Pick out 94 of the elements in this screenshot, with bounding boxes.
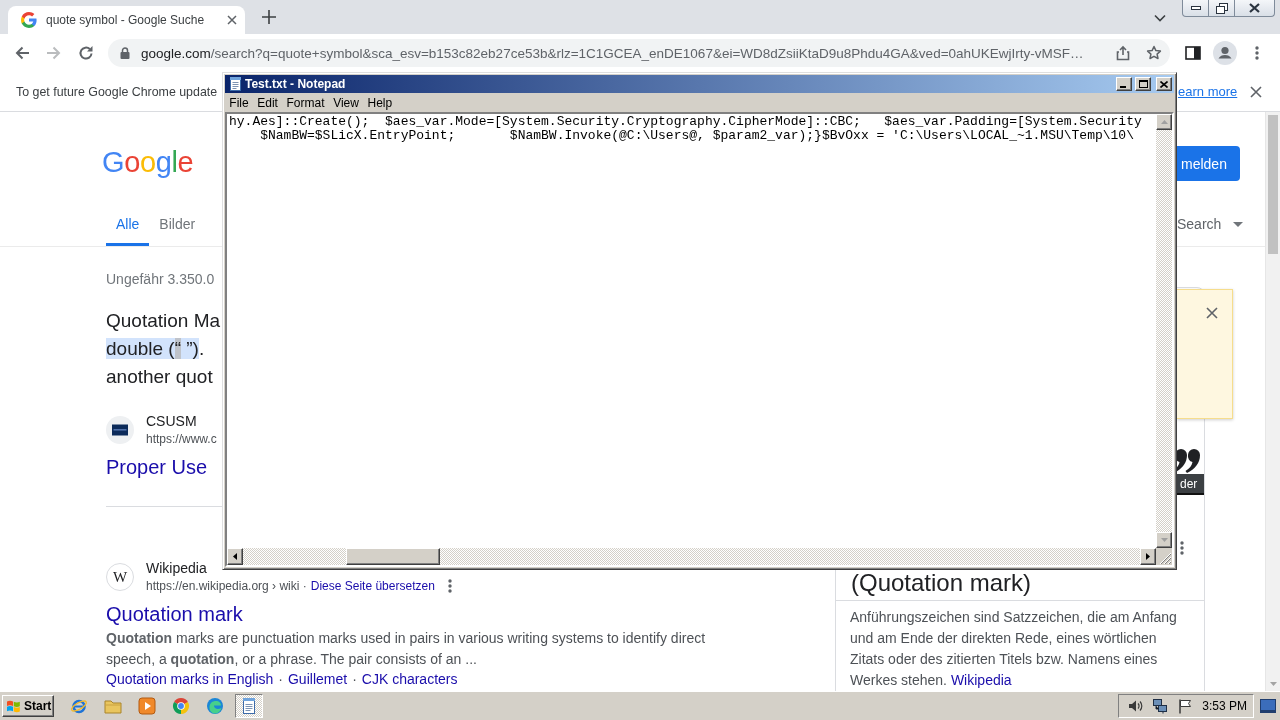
arrow-left-icon xyxy=(233,553,237,560)
window-title: Test.txt - Notepad xyxy=(245,77,347,91)
menu-item[interactable]: Help xyxy=(363,95,397,110)
windows-flag-icon xyxy=(6,699,21,713)
vertical-scrollbar[interactable] xyxy=(1156,114,1172,548)
chevron-down-icon[interactable] xyxy=(1154,14,1166,22)
plus-icon[interactable] xyxy=(262,10,276,24)
close-icon xyxy=(1160,80,1168,88)
e-globe-icon xyxy=(70,697,88,715)
scroll-down-button[interactable] xyxy=(1156,532,1172,548)
scrollbar-thumb[interactable] xyxy=(1268,115,1278,254)
lock-icon xyxy=(120,47,130,59)
text-line: $NamBW=$SLicX.EntryPoint; $NamBW.Invoke(@C:\Users@, $param2_var);}$BvOxx = 'C:\Users\LOCAL_~1.MSU\Temp\10\ xyxy=(259,129,1135,143)
restore-button[interactable] xyxy=(1209,0,1235,17)
snippet-text: another quot xyxy=(106,365,213,389)
search-filter-dropdown[interactable]: Search xyxy=(1177,202,1244,246)
result-url: https://www.c xyxy=(146,431,217,448)
sitelink[interactable]: Quotation marks in English xyxy=(106,670,274,689)
maximize-button[interactable] xyxy=(1135,77,1151,91)
swirl-icon xyxy=(206,697,224,715)
scrollbar-thumb[interactable] xyxy=(346,548,440,565)
site-name: Wikipedia xyxy=(146,559,208,577)
more-icon[interactable] xyxy=(447,579,452,593)
close-icon[interactable] xyxy=(1250,85,1262,98)
result-url: https://en.wikipedia.org › wiki · xyxy=(146,578,307,595)
side-panel-icon[interactable] xyxy=(1185,45,1201,61)
notepad-icon xyxy=(228,77,242,91)
site-name: CSUSM xyxy=(146,412,198,430)
address-bar[interactable]: google.com/search?q=quote+symbol&sca_esv=b153c82eb27ce53b&rlz=1C1GCEA_enDE1067&ei=WD8dZsiiKtaD9u8Phdu4GA&ved=0ahUKEwjIrty-vMSF… xyxy=(108,39,1170,67)
result-snippet: Quotation marks are punctuation marks used in pairs in various writing systems to identify direct speech, a quotation, or a phrase. The pair consists of an ... xyxy=(106,629,706,669)
horizontal-scrollbar[interactable] xyxy=(227,548,1156,565)
result-count: Ungefähr 3.350.0 xyxy=(106,270,215,289)
taskbar-button[interactable] xyxy=(235,694,263,718)
g-logo-icon xyxy=(21,12,37,28)
menu-item[interactable]: File xyxy=(225,95,253,110)
arrow-down-icon xyxy=(1160,538,1168,542)
result-title[interactable]: Quotation mark xyxy=(106,601,243,627)
network-icon[interactable] xyxy=(1152,698,1169,714)
clock[interactable]: 3:53 PM xyxy=(1202,699,1247,713)
avatar-icon[interactable] xyxy=(1213,41,1237,65)
source-link[interactable]: Wikipedia xyxy=(950,672,1012,688)
scroll-left-button[interactable] xyxy=(227,548,243,565)
back-icon[interactable] xyxy=(14,45,30,61)
minimize-icon xyxy=(1190,6,1201,10)
link-separator: · xyxy=(352,670,357,689)
browser-icon xyxy=(172,697,190,715)
images-button[interactable]: der xyxy=(1177,474,1204,495)
snippet-text: Quotation Ma xyxy=(106,309,221,333)
scroll-up-button[interactable] xyxy=(1156,114,1172,130)
infobar-message: To get future Google Chrome update xyxy=(16,84,218,99)
start-button[interactable]: Start xyxy=(2,695,54,717)
speaker-icon[interactable] xyxy=(1127,698,1144,714)
result-title[interactable]: Proper Use xyxy=(106,454,208,480)
learn-more-link[interactable]: earn more xyxy=(1178,84,1238,99)
close-icon[interactable] xyxy=(227,15,237,25)
scroll-right-button[interactable] xyxy=(1140,548,1156,565)
play-icon xyxy=(138,697,156,715)
site-favicon-icon xyxy=(106,416,134,444)
browser-tab[interactable]: quote symbol - Google Suche xyxy=(8,6,245,34)
minimize-button[interactable] xyxy=(1182,0,1209,17)
logo[interactable]: Google xyxy=(102,147,194,177)
menu-icon[interactable] xyxy=(1255,46,1259,60)
text-line: hy.Aes]::Create(); $aes_var.Mode=[System.Security.Cryptography.CipherMode]::CBC; $aes_var.Padding=[System.Security xyxy=(229,115,1143,129)
panel-title: (Quotation mark) xyxy=(851,570,1032,596)
close-icon xyxy=(1249,3,1260,13)
share-icon[interactable] xyxy=(1115,45,1131,61)
flag-icon[interactable] xyxy=(1177,698,1194,714)
close-button[interactable] xyxy=(1235,0,1275,17)
site-favicon: W xyxy=(106,563,134,591)
restore-icon xyxy=(1215,2,1228,14)
link-separator: · xyxy=(278,670,283,689)
panel-description: Anführungszeichen sind Satzzeichen, die am Anfang und am Ende der direkten Rede, eines wörtlichen Zitats oder des zitierten Titels bzw. Namens eines Werkes stehen. Wikipedia xyxy=(850,608,1178,690)
page-scrollbar[interactable] xyxy=(1265,112,1280,691)
maximize-icon xyxy=(1138,80,1148,88)
sitelink[interactable]: Guillemet xyxy=(288,670,348,689)
caret-icon xyxy=(1233,221,1244,227)
close-icon[interactable] xyxy=(1206,307,1218,319)
reload-icon[interactable] xyxy=(78,45,94,61)
menu-item[interactable]: View xyxy=(328,95,364,110)
folder-icon xyxy=(104,697,122,715)
menu-item[interactable]: Edit xyxy=(252,95,283,110)
arrow-right-icon xyxy=(1146,553,1150,560)
search-tab[interactable]: Bilder xyxy=(149,202,206,246)
arrow-up-icon xyxy=(1160,120,1168,124)
sitelink[interactable]: CJK characters xyxy=(361,670,458,689)
size-grip-icon[interactable] xyxy=(1156,548,1172,565)
snippet-text: double (“ ”). xyxy=(106,337,205,361)
translate-link[interactable]: Diese Seite übersetzen xyxy=(310,577,435,595)
search-tab[interactable]: Alle xyxy=(106,202,150,246)
menu-item[interactable]: Format xyxy=(282,95,329,110)
star-icon[interactable] xyxy=(1146,45,1162,61)
sign-in-button[interactable]: melden xyxy=(1177,146,1240,181)
more-icon[interactable] xyxy=(1180,541,1184,555)
notepad-icon xyxy=(240,697,258,715)
